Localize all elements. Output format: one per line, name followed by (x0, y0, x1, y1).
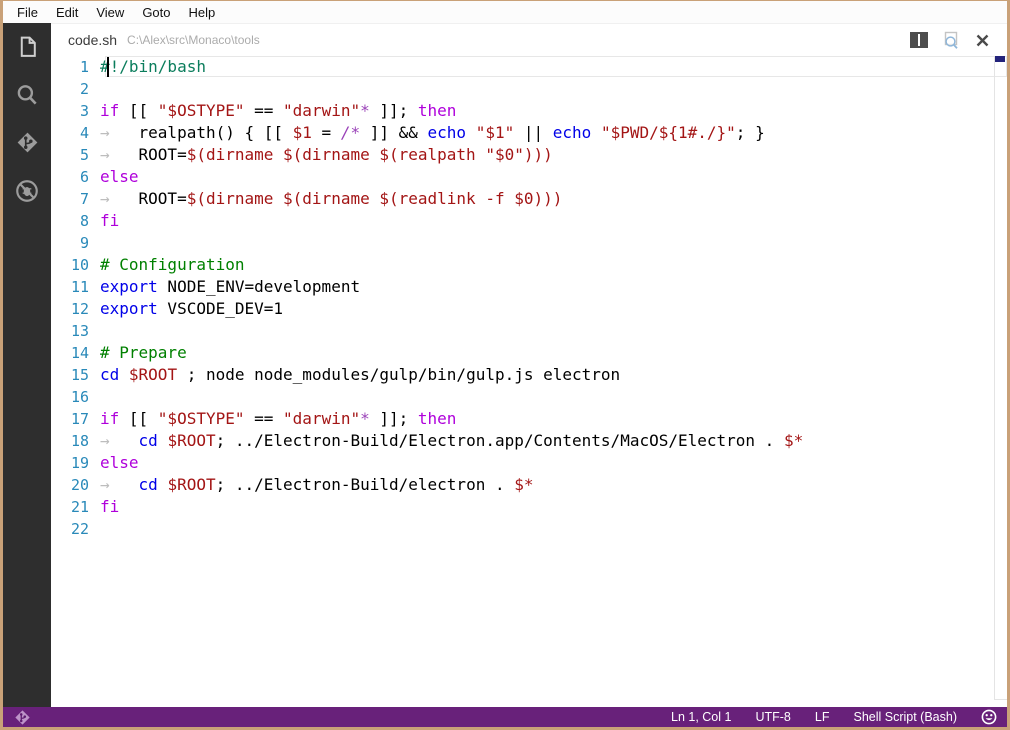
git-icon[interactable] (14, 129, 41, 156)
line-number: 16 (70, 388, 89, 406)
menu-item-edit[interactable]: Edit (47, 3, 87, 22)
menu-item-goto[interactable]: Goto (133, 3, 179, 22)
menu-item-file[interactable]: File (8, 3, 47, 22)
line-content: → ROOT=$(dirname $(dirname $(realpath "$0… (100, 145, 553, 164)
line-number: 17 (70, 410, 89, 428)
code-line-10[interactable]: 10 # Configuration (51, 254, 1007, 276)
line-number: 7 (79, 190, 89, 208)
code-line-18[interactable]: 18 → cd $ROOT; ../Electron-Build/Electron.… (51, 430, 1007, 452)
line-number: 1 (79, 58, 89, 76)
code-lines: 1 #!/bin/bash 2 3 if [[ "$OSTYPE" == "darwin… (51, 56, 1007, 540)
menu-bar: File Edit View Goto Help (3, 1, 1007, 23)
line-content: #!/bin/bash (100, 57, 206, 76)
line-content: fi (100, 211, 120, 230)
vscode-window: File Edit View Goto Help code.sh C:\Alex… (0, 0, 1010, 730)
line-content (97, 78, 100, 100)
line-content: export VSCODE_DEV=1 (100, 299, 284, 318)
line-number: 15 (70, 366, 89, 384)
line-content: else (100, 167, 139, 186)
line-number: 5 (79, 146, 89, 164)
line-content: → realpath() { [[ $1 = /* ]] && echo "$1"… (100, 123, 765, 142)
line-number: 3 (79, 102, 89, 120)
status-encoding[interactable]: UTF-8 (755, 710, 790, 724)
line-content: if [[ "$OSTYPE" == "darwin"* ]]; then (100, 409, 457, 428)
feedback-smiley-icon[interactable] (981, 709, 997, 725)
status-bar: Ln 1, Col 1 UTF-8 LF Shell Script (Bash) (3, 707, 1007, 727)
text-cursor (107, 57, 109, 77)
code-line-9[interactable]: 9 (51, 232, 1007, 254)
line-number: 22 (70, 520, 89, 538)
vertical-scrollbar[interactable] (994, 56, 995, 700)
code-line-14[interactable]: 14 # Prepare (51, 342, 1007, 364)
code-line-22[interactable]: 22 (51, 518, 1007, 540)
line-content: if [[ "$OSTYPE" == "darwin"* ]]; then (100, 101, 457, 120)
code-editor[interactable]: 1 #!/bin/bash 2 3 if [[ "$OSTYPE" == "darwin… (51, 56, 1007, 707)
code-line-13[interactable]: 13 (51, 320, 1007, 342)
line-number: 21 (70, 498, 89, 516)
line-content: cd $ROOT ; node node_modules/gulp/bin/gu… (100, 365, 621, 384)
code-line-6[interactable]: 6 else (51, 166, 1007, 188)
code-line-8[interactable]: 8 fi (51, 210, 1007, 232)
activity-bar (3, 23, 51, 707)
line-content: export NODE_ENV=development (100, 277, 361, 296)
split-editor-icon[interactable] (909, 31, 928, 49)
line-content: # Prepare (100, 343, 187, 362)
code-line-16[interactable]: 16 (51, 386, 1007, 408)
line-number: 8 (79, 212, 89, 230)
menu-item-view[interactable]: View (87, 3, 133, 22)
line-number: 2 (79, 80, 89, 98)
code-line-17[interactable]: 17 if [[ "$OSTYPE" == "darwin"* ]]; then (51, 408, 1007, 430)
search-icon[interactable] (14, 81, 41, 108)
close-icon[interactable] (973, 31, 992, 49)
code-line-20[interactable]: 20 → cd $ROOT; ../Electron-Build/electron … (51, 474, 1007, 496)
line-number: 6 (79, 168, 89, 186)
line-content: else (100, 453, 139, 472)
line-number: 13 (70, 322, 89, 340)
line-number: 10 (70, 256, 89, 274)
file-name: code.sh (68, 32, 118, 48)
code-line-5[interactable]: 5 → ROOT=$(dirname $(dirname $(realpath "$… (51, 144, 1007, 166)
overview-ruler-cursor-mark (995, 56, 1005, 62)
line-content: fi (100, 497, 120, 516)
editor-title-bar: code.sh C:\Alex\src\Monaco\tools (51, 24, 1007, 56)
status-language[interactable]: Shell Script (Bash) (853, 710, 957, 724)
line-content: # Configuration (100, 255, 245, 274)
code-line-2[interactable]: 2 (51, 78, 1007, 100)
line-content (97, 518, 100, 540)
line-number: 4 (79, 124, 89, 142)
line-content (97, 232, 100, 254)
line-number: 11 (70, 278, 89, 296)
line-content: → cd $ROOT; ../Electron-Build/electron . … (100, 475, 534, 494)
code-line-7[interactable]: 7 → ROOT=$(dirname $(dirname $(readlink -f… (51, 188, 1007, 210)
line-number: 9 (79, 234, 89, 252)
line-content: → cd $ROOT; ../Electron-Build/Electron.ap… (100, 431, 804, 450)
code-line-4[interactable]: 4 → realpath() { [[ $1 = /* ]] && echo "$1… (51, 122, 1007, 144)
line-number: 18 (70, 432, 89, 450)
line-content: → ROOT=$(dirname $(dirname $(readlink -f … (100, 189, 563, 208)
line-content (97, 386, 100, 408)
open-preview-icon[interactable] (941, 31, 960, 49)
git-branch-icon[interactable] (13, 708, 32, 727)
status-eol[interactable]: LF (815, 710, 830, 724)
line-number: 12 (70, 300, 89, 318)
code-line-19[interactable]: 19 else (51, 452, 1007, 474)
code-line-15[interactable]: 15 cd $ROOT ; node node_modules/gulp/bin/… (51, 364, 1007, 386)
line-number: 14 (70, 344, 89, 362)
code-line-11[interactable]: 11 export NODE_ENV=development (51, 276, 1007, 298)
line-content (97, 320, 100, 342)
line-number: 19 (70, 454, 89, 472)
code-line-1[interactable]: 1 #!/bin/bash (51, 56, 1007, 78)
code-line-3[interactable]: 3 if [[ "$OSTYPE" == "darwin"* ]]; then (51, 100, 1007, 122)
status-line-col[interactable]: Ln 1, Col 1 (671, 710, 731, 724)
code-line-21[interactable]: 21 fi (51, 496, 1007, 518)
menu-item-help[interactable]: Help (180, 3, 225, 22)
file-path: C:\Alex\src\Monaco\tools (127, 33, 260, 47)
line-number: 20 (70, 476, 89, 494)
debug-icon[interactable] (14, 177, 41, 204)
explorer-icon[interactable] (14, 33, 41, 60)
horizontal-scrollbar[interactable] (994, 699, 1007, 700)
code-line-12[interactable]: 12 export VSCODE_DEV=1 (51, 298, 1007, 320)
